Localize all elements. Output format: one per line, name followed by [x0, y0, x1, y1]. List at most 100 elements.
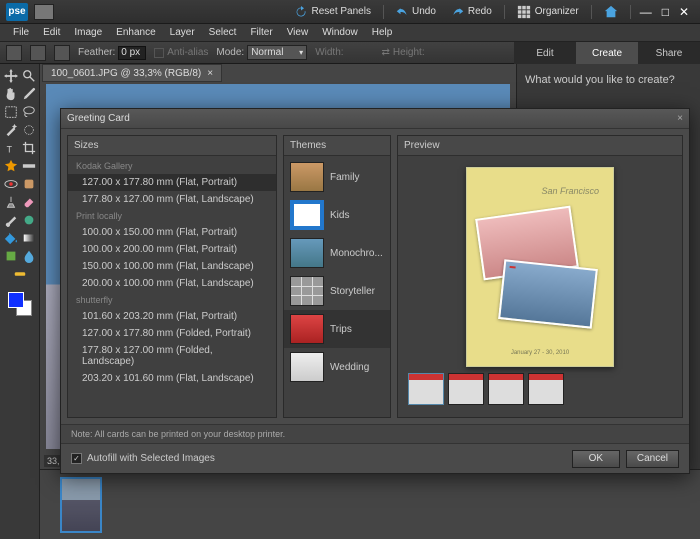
theme-option[interactable]: Monochro... — [284, 234, 390, 272]
hand-tool[interactable] — [3, 86, 19, 102]
card-date: January 27 - 30, 2010 — [467, 350, 613, 356]
spot-heal-tool[interactable] — [21, 176, 37, 192]
crop-tool[interactable] — [21, 140, 37, 156]
mode-label: Mode: — [216, 47, 244, 58]
themes-list[interactable]: Family Kids Monochro... Storyteller Trip… — [284, 156, 390, 417]
home-icon — [604, 5, 618, 19]
size-option[interactable]: 177.80 x 127.00 mm (Folded, Landscape) — [68, 342, 276, 370]
theme-label: Monochro... — [330, 248, 384, 259]
size-option[interactable]: 101.60 x 203.20 mm (Flat, Portrait) — [68, 308, 276, 325]
size-option[interactable]: 177.80 x 127.00 mm (Flat, Landscape) — [68, 191, 276, 208]
organizer-button[interactable]: Organizer — [509, 3, 587, 21]
tab-edit[interactable]: Edit — [514, 42, 576, 64]
theme-thumb — [290, 352, 324, 382]
size-option[interactable]: 200.00 x 100.00 mm (Flat, Landscape) — [68, 275, 276, 292]
selection-add-icon[interactable] — [54, 45, 70, 61]
sizes-list[interactable]: Kodak Gallery 127.00 x 177.80 mm (Flat, … — [68, 156, 276, 417]
size-option[interactable]: 150.00 x 100.00 mm (Flat, Landscape) — [68, 258, 276, 275]
undo-button[interactable]: Undo — [388, 4, 444, 20]
selection-brush-tool[interactable] — [21, 122, 37, 138]
mode-select[interactable]: Normal — [247, 45, 307, 60]
grid-icon — [517, 5, 531, 19]
cancel-button[interactable]: Cancel — [626, 450, 679, 468]
menu-file[interactable]: File — [6, 27, 36, 38]
type-tool[interactable]: T — [3, 140, 19, 156]
titlebar: pse Reset Panels Undo Redo Organizer — □… — [0, 0, 700, 24]
eraser-tool[interactable] — [21, 194, 37, 210]
clone-tool[interactable] — [3, 194, 19, 210]
dialog-titlebar[interactable]: Greeting Card × — [61, 109, 689, 129]
bin-thumbnail[interactable] — [60, 477, 102, 533]
theme-option[interactable]: Family — [284, 158, 390, 196]
gradient-tool[interactable] — [21, 230, 37, 246]
menu-edit[interactable]: Edit — [36, 27, 67, 38]
menu-image[interactable]: Image — [67, 27, 109, 38]
antialias-checkbox[interactable] — [154, 48, 164, 58]
menu-help[interactable]: Help — [365, 27, 400, 38]
menu-enhance[interactable]: Enhance — [109, 27, 162, 38]
cookie-cutter-tool[interactable] — [3, 158, 19, 174]
close-button[interactable]: ✕ — [674, 5, 694, 19]
size-option[interactable]: 127.00 x 177.80 mm (Folded, Portrait) — [68, 325, 276, 342]
mode-tabs: Edit Create Share — [514, 42, 700, 64]
home-button[interactable] — [596, 3, 626, 21]
marquee-tool[interactable] — [3, 104, 19, 120]
size-option[interactable]: 100.00 x 200.00 mm (Flat, Portrait) — [68, 241, 276, 258]
size-option[interactable]: 127.00 x 177.80 mm (Flat, Portrait) — [68, 174, 276, 191]
autofill-label: Autofill with Selected Images — [87, 453, 215, 464]
eyedropper-tool[interactable] — [21, 86, 37, 102]
tool-preset-icon[interactable] — [6, 45, 22, 61]
shape-tool[interactable] — [3, 248, 19, 264]
menu-view[interactable]: View — [280, 27, 316, 38]
sponge-tool[interactable] — [3, 266, 37, 282]
menu-filter[interactable]: Filter — [243, 27, 279, 38]
dialog-footer: Autofill with Selected Images OK Cancel — [61, 443, 689, 473]
blur-tool[interactable] — [21, 248, 37, 264]
smart-brush-tool[interactable] — [21, 212, 37, 228]
brush-tool[interactable] — [3, 212, 19, 228]
dialog-close-icon[interactable]: × — [677, 113, 683, 124]
ok-button[interactable]: OK — [572, 450, 620, 468]
theme-option[interactable]: Trips — [284, 310, 390, 348]
size-option[interactable]: 203.20 x 101.60 mm (Flat, Landscape) — [68, 370, 276, 387]
variant-thumb[interactable] — [488, 373, 524, 405]
menu-window[interactable]: Window — [315, 27, 365, 38]
redo-button[interactable]: Redo — [444, 4, 500, 20]
redeye-tool[interactable] — [3, 176, 19, 192]
document-tab[interactable]: 100_0601.JPG @ 33,3% (RGB/8) × — [42, 64, 222, 82]
variant-thumb[interactable] — [448, 373, 484, 405]
minimize-button[interactable]: — — [635, 5, 657, 19]
zoom-tool[interactable] — [21, 68, 37, 84]
theme-thumb — [290, 162, 324, 192]
theme-option[interactable]: Wedding — [284, 348, 390, 386]
selection-new-icon[interactable] — [30, 45, 46, 61]
card-preview[interactable]: San Francisco January 27 - 30, 2010 — [466, 167, 614, 367]
menu-layer[interactable]: Layer — [163, 27, 202, 38]
theme-option[interactable]: Kids — [284, 196, 390, 234]
sizes-column: Sizes Kodak Gallery 127.00 x 177.80 mm (… — [67, 135, 277, 418]
variant-thumb[interactable] — [528, 373, 564, 405]
tab-share[interactable]: Share — [638, 42, 700, 64]
preview-main: San Francisco January 27 - 30, 2010 — [408, 166, 672, 367]
size-option[interactable]: 100.00 x 150.00 mm (Flat, Portrait) — [68, 224, 276, 241]
swap-icon[interactable]: ⇄ — [382, 47, 390, 58]
workspace-picker[interactable] — [34, 4, 54, 20]
document-close-icon[interactable]: × — [207, 68, 213, 79]
menu-select[interactable]: Select — [202, 27, 244, 38]
tab-create[interactable]: Create — [576, 42, 638, 64]
feather-input[interactable]: 0 px — [118, 46, 146, 60]
reset-panels-button[interactable]: Reset Panels — [287, 4, 378, 20]
theme-option[interactable]: Storyteller — [284, 272, 390, 310]
move-tool[interactable] — [3, 68, 19, 84]
redo-icon — [452, 6, 464, 18]
maximize-button[interactable]: □ — [657, 5, 674, 19]
wand-tool[interactable] — [3, 122, 19, 138]
fg-color[interactable] — [8, 292, 24, 308]
color-swatch[interactable] — [8, 292, 32, 316]
bucket-tool[interactable] — [3, 230, 19, 246]
autofill-checkbox[interactable] — [71, 453, 82, 464]
straighten-tool[interactable] — [21, 158, 37, 174]
feather-label: Feather: — [78, 47, 115, 58]
variant-thumb[interactable] — [408, 373, 444, 405]
lasso-tool[interactable] — [21, 104, 37, 120]
